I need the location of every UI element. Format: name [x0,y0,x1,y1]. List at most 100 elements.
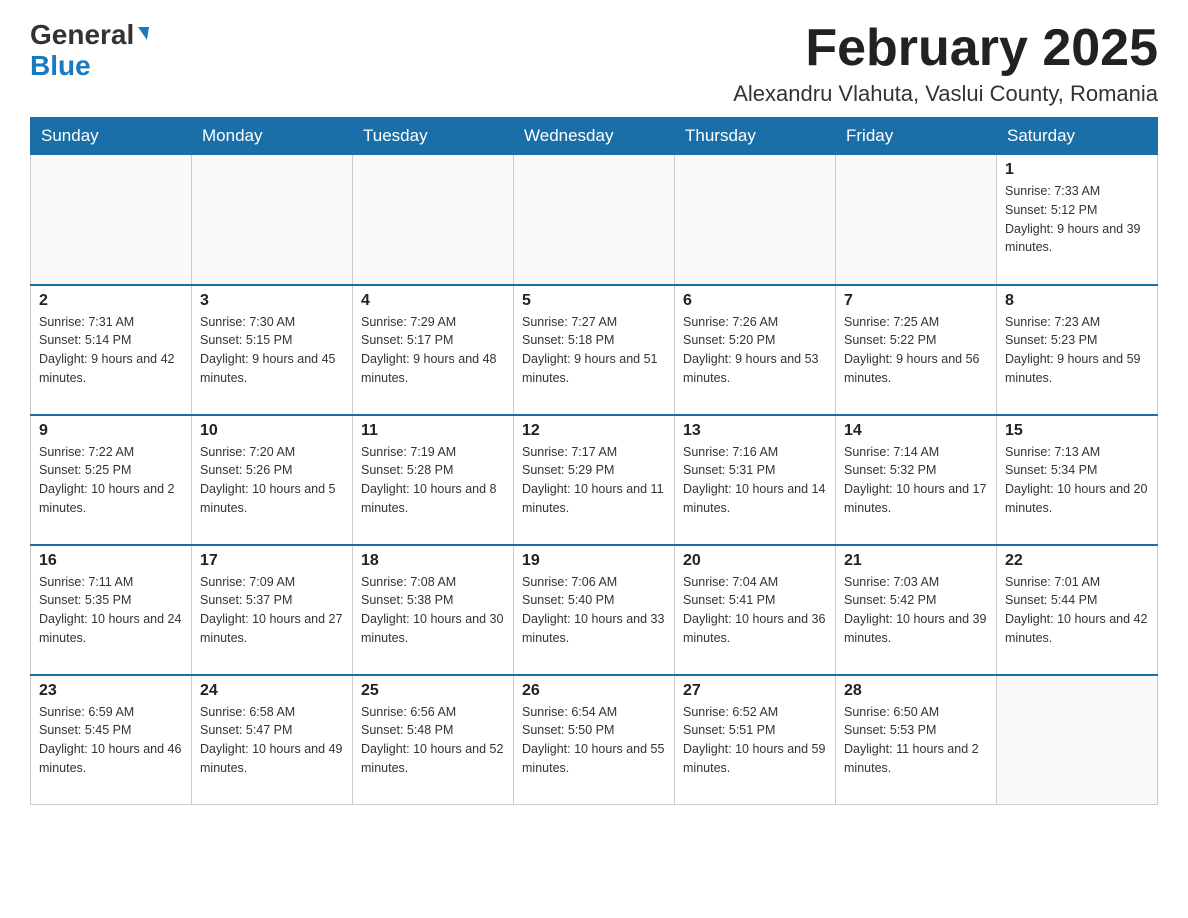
calendar-cell-w3-d2: 10Sunrise: 7:20 AMSunset: 5:26 PMDayligh… [192,415,353,545]
title-block: February 2025 Alexandru Vlahuta, Vaslui … [733,20,1158,107]
col-tuesday: Tuesday [353,118,514,155]
calendar-cell-w5-d2: 24 Sunrise: 6:58 AMSunset: 5:47 PMDayligh… [192,675,353,805]
calendar-header-row: Sunday Monday Tuesday Wednesday Thursday… [31,118,1158,155]
calendar-table: Sunday Monday Tuesday Wednesday Thursday… [30,117,1158,805]
day-number: 1 [1005,161,1149,179]
day-info: Sunrise: 7:26 AMSunset: 5:20 PMDaylight:… [683,313,827,388]
day-info: Sunrise: 7:29 AMSunset: 5:17 PMDaylight:… [361,313,505,388]
logo: General Blue [30,20,149,82]
calendar-cell-w4-d4: 19Sunrise: 7:06 AMSunset: 5:40 PMDayligh… [514,545,675,675]
calendar-week-4: 16 Sunrise: 7:11 AMSunset: 5:35 PMDayligh… [31,545,1158,675]
day-number: 10 [200,422,344,440]
day-info: Sunrise: 7:14 AMSunset: 5:32 PMDaylight:… [844,443,988,518]
day-number: 7 [844,292,988,310]
calendar-cell-w2-d7: 8 Sunrise: 7:23 AMSunset: 5:23 PMDaylight… [997,285,1158,415]
day-info: Sunrise: 7:13 AMSunset: 5:34 PMDaylight:… [1005,443,1149,518]
day-number: 24 [200,682,344,700]
day-number: 5 [522,292,666,310]
calendar-cell-w5-d6: 28 Sunrise: 6:50 AMSunset: 5:53 PMDayligh… [836,675,997,805]
calendar-cell-w1-d4 [514,155,675,285]
calendar-cell-w3-d5: 13 Sunrise: 7:16 AMSunset: 5:31 PMDayligh… [675,415,836,545]
logo-blue-text: Blue [30,50,91,81]
col-monday: Monday [192,118,353,155]
day-number: 21 [844,552,988,570]
calendar-cell-w3-d3: 11 Sunrise: 7:19 AMSunset: 5:28 PMDayligh… [353,415,514,545]
day-info: Sunrise: 6:58 AMSunset: 5:47 PMDaylight:… [200,703,344,778]
day-number: 8 [1005,292,1149,310]
logo-general-text: General [30,19,134,50]
calendar-cell-w3-d7: 15 Sunrise: 7:13 AMSunset: 5:34 PMDayligh… [997,415,1158,545]
calendar-cell-w1-d6 [836,155,997,285]
page-header: General Blue February 2025 Alexandru Vla… [30,20,1158,107]
col-thursday: Thursday [675,118,836,155]
calendar-week-3: 9 Sunrise: 7:22 AMSunset: 5:25 PMDaylight… [31,415,1158,545]
col-friday: Friday [836,118,997,155]
day-info: Sunrise: 7:17 AMSunset: 5:29 PMDaylight:… [522,443,666,518]
day-number: 4 [361,292,505,310]
day-info: Sunrise: 7:19 AMSunset: 5:28 PMDaylight:… [361,443,505,518]
day-info: Sunrise: 7:30 AMSunset: 5:15 PMDaylight:… [200,313,344,388]
day-number: 9 [39,422,183,440]
day-info: Sunrise: 7:04 AMSunset: 5:41 PMDaylight:… [683,573,827,648]
calendar-cell-w1-d3 [353,155,514,285]
day-number: 11 [361,422,505,440]
calendar-cell-w3-d6: 14 Sunrise: 7:14 AMSunset: 5:32 PMDayligh… [836,415,997,545]
col-wednesday: Wednesday [514,118,675,155]
day-number: 12 [522,422,666,440]
day-info: Sunrise: 7:27 AMSunset: 5:18 PMDaylight:… [522,313,666,388]
calendar-cell-w5-d3: 25Sunrise: 6:56 AMSunset: 5:48 PMDayligh… [353,675,514,805]
calendar-cell-w4-d1: 16 Sunrise: 7:11 AMSunset: 5:35 PMDayligh… [31,545,192,675]
day-info: Sunrise: 6:56 AMSunset: 5:48 PMDaylight:… [361,703,505,778]
logo-arrow-icon [138,27,149,40]
day-number: 26 [522,682,666,700]
day-number: 17 [200,552,344,570]
day-number: 19 [522,552,666,570]
calendar-cell-w2-d2: 3 Sunrise: 7:30 AMSunset: 5:15 PMDaylight… [192,285,353,415]
calendar-week-1: 1 Sunrise: 7:33 AMSunset: 5:12 PMDaylight… [31,155,1158,285]
day-info: Sunrise: 7:33 AMSunset: 5:12 PMDaylight:… [1005,182,1149,257]
calendar-cell-w5-d1: 23Sunrise: 6:59 AMSunset: 5:45 PMDayligh… [31,675,192,805]
day-number: 6 [683,292,827,310]
calendar-cell-w1-d1 [31,155,192,285]
day-info: Sunrise: 7:22 AMSunset: 5:25 PMDaylight:… [39,443,183,518]
day-info: Sunrise: 7:03 AMSunset: 5:42 PMDaylight:… [844,573,988,648]
day-info: Sunrise: 6:54 AMSunset: 5:50 PMDaylight:… [522,703,666,778]
day-info: Sunrise: 7:31 AMSunset: 5:14 PMDaylight:… [39,313,183,388]
day-number: 14 [844,422,988,440]
location-title: Alexandru Vlahuta, Vaslui County, Romani… [733,81,1158,107]
calendar-cell-w4-d3: 18Sunrise: 7:08 AMSunset: 5:38 PMDayligh… [353,545,514,675]
day-info: Sunrise: 7:09 AMSunset: 5:37 PMDaylight:… [200,573,344,648]
day-info: Sunrise: 6:50 AMSunset: 5:53 PMDaylight:… [844,703,988,778]
calendar-cell-w5-d4: 26 Sunrise: 6:54 AMSunset: 5:50 PMDayligh… [514,675,675,805]
day-info: Sunrise: 7:16 AMSunset: 5:31 PMDaylight:… [683,443,827,518]
calendar-cell-w3-d4: 12 Sunrise: 7:17 AMSunset: 5:29 PMDayligh… [514,415,675,545]
day-number: 3 [200,292,344,310]
calendar-cell-w4-d5: 20 Sunrise: 7:04 AMSunset: 5:41 PMDayligh… [675,545,836,675]
calendar-cell-w1-d5 [675,155,836,285]
day-number: 15 [1005,422,1149,440]
calendar-week-5: 23Sunrise: 6:59 AMSunset: 5:45 PMDayligh… [31,675,1158,805]
day-info: Sunrise: 7:25 AMSunset: 5:22 PMDaylight:… [844,313,988,388]
day-info: Sunrise: 7:01 AMSunset: 5:44 PMDaylight:… [1005,573,1149,648]
day-info: Sunrise: 6:52 AMSunset: 5:51 PMDaylight:… [683,703,827,778]
calendar-cell-w4-d2: 17 Sunrise: 7:09 AMSunset: 5:37 PMDayligh… [192,545,353,675]
day-number: 18 [361,552,505,570]
calendar-cell-w1-d7: 1 Sunrise: 7:33 AMSunset: 5:12 PMDaylight… [997,155,1158,285]
day-info: Sunrise: 7:11 AMSunset: 5:35 PMDaylight:… [39,573,183,648]
day-info: Sunrise: 7:23 AMSunset: 5:23 PMDaylight:… [1005,313,1149,388]
month-title: February 2025 [733,20,1158,77]
day-number: 13 [683,422,827,440]
col-sunday: Sunday [31,118,192,155]
calendar-cell-w3-d1: 9 Sunrise: 7:22 AMSunset: 5:25 PMDaylight… [31,415,192,545]
day-number: 16 [39,552,183,570]
day-number: 20 [683,552,827,570]
day-number: 28 [844,682,988,700]
logo-top-row: General [30,20,149,51]
calendar-week-2: 2Sunrise: 7:31 AMSunset: 5:14 PMDaylight… [31,285,1158,415]
calendar-cell-w2-d1: 2Sunrise: 7:31 AMSunset: 5:14 PMDaylight… [31,285,192,415]
day-number: 22 [1005,552,1149,570]
calendar-cell-w5-d7 [997,675,1158,805]
col-saturday: Saturday [997,118,1158,155]
calendar-cell-w2-d3: 4 Sunrise: 7:29 AMSunset: 5:17 PMDaylight… [353,285,514,415]
calendar-cell-w2-d5: 6 Sunrise: 7:26 AMSunset: 5:20 PMDaylight… [675,285,836,415]
